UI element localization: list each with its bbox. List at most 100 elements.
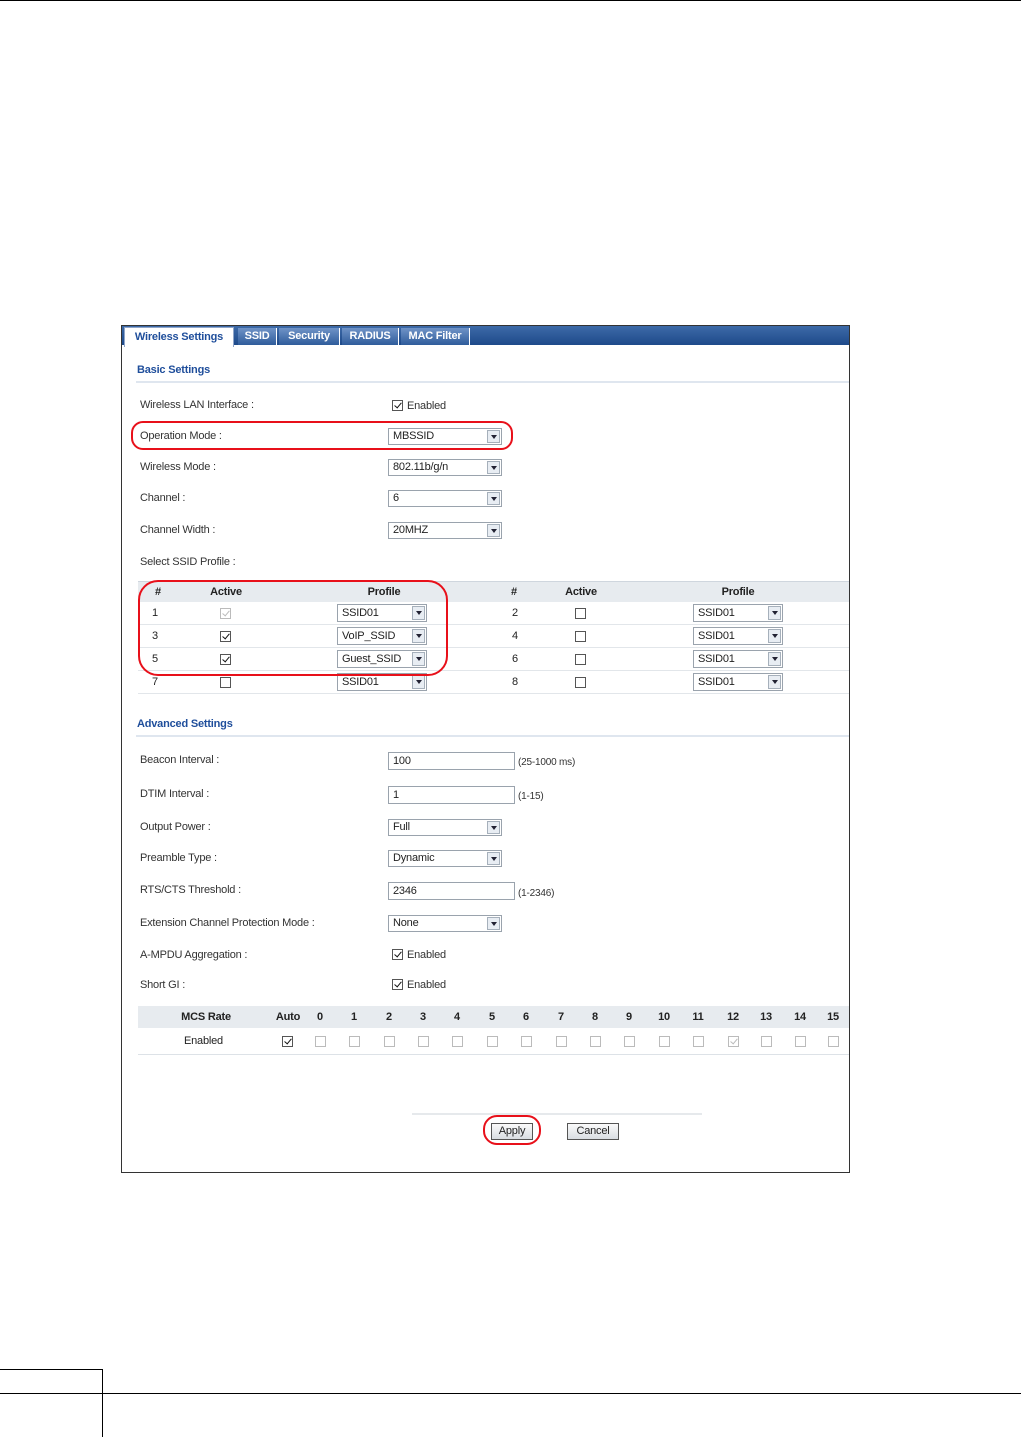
mcs-col-header: 0 <box>317 1011 323 1023</box>
channel-value: 6 <box>393 492 399 504</box>
profile-select[interactable]: VoIP_SSID <box>337 627 427 645</box>
profile-value: SSID01 <box>698 630 735 642</box>
mcs-col-header: 2 <box>386 1011 392 1023</box>
preamble-type-label: Preamble Type : <box>140 852 217 864</box>
ext-channel-protection-label: Extension Channel Protection Mode : <box>140 917 315 929</box>
profile-select[interactable]: Guest_SSID <box>337 650 427 668</box>
tab-security[interactable]: Security <box>279 328 340 345</box>
operation-mode-value: MBSSID <box>393 430 434 442</box>
mcs-col-header: 1 <box>351 1011 357 1023</box>
operation-mode-select[interactable]: MBSSID <box>388 428 502 445</box>
channel-width-label: Channel Width : <box>140 524 216 536</box>
row-number: 6 <box>512 653 518 665</box>
beacon-interval-label: Beacon Interval : <box>140 754 220 766</box>
page-top-rule <box>0 0 1021 1</box>
active-checkbox[interactable] <box>220 654 231 665</box>
beacon-interval-input[interactable]: 100 <box>388 752 515 770</box>
mcs-col-header: 5 <box>489 1011 495 1023</box>
output-power-label: Output Power : <box>140 821 211 833</box>
output-power-value: Full <box>393 821 410 833</box>
active-checkbox[interactable] <box>220 631 231 642</box>
wireless-settings-screen: Wireless Settings SSID Security RADIUS M… <box>121 325 850 1173</box>
active-checkbox[interactable] <box>575 654 586 665</box>
mcs-col-header: 14 <box>794 1011 806 1023</box>
ext-channel-protection-value: None <box>393 917 419 929</box>
chevron-down-icon <box>487 852 500 865</box>
wlan-enabled-checkbox[interactable] <box>392 400 403 411</box>
cancel-button[interactable]: Cancel <box>567 1123 619 1140</box>
mcs-checkbox <box>315 1036 326 1047</box>
mcs-col-header: 8 <box>592 1011 598 1023</box>
col-profile-left: Profile <box>367 586 401 598</box>
rts-cts-label: RTS/CTS Threshold : <box>140 884 241 896</box>
mcs-auto-checkbox[interactable] <box>282 1036 293 1047</box>
ssid-profile-label: Select SSID Profile : <box>140 556 236 568</box>
active-checkbox <box>220 608 231 619</box>
ampdu-enabled-text: Enabled <box>407 949 446 961</box>
active-checkbox[interactable] <box>220 677 231 688</box>
chevron-down-icon <box>412 652 425 666</box>
mcs-checkbox <box>693 1036 704 1047</box>
mcs-table-header: MCS Rate Auto 0 1 2 3 4 5 6 7 8 9 10 11 … <box>138 1006 849 1028</box>
page-number-box <box>0 1369 103 1437</box>
mcs-checkbox <box>384 1036 395 1047</box>
col-num-right: # <box>511 586 517 598</box>
channel-width-select[interactable]: 20MHZ <box>388 522 502 539</box>
profile-value: SSID01 <box>698 653 735 665</box>
profile-value: SSID01 <box>698 676 735 688</box>
tab-mac-filter[interactable]: MAC Filter <box>401 328 470 345</box>
output-power-select[interactable]: Full <box>388 819 502 836</box>
chevron-down-icon <box>768 675 781 689</box>
ampdu-enabled-checkbox[interactable] <box>392 949 403 960</box>
basic-settings-rule <box>136 381 849 383</box>
profile-select[interactable]: SSID01 <box>337 673 427 691</box>
chevron-down-icon <box>412 606 425 620</box>
active-checkbox[interactable] <box>575 677 586 688</box>
rts-cts-input[interactable]: 2346 <box>388 882 515 900</box>
profile-value: SSID01 <box>342 676 379 688</box>
table-row: 7 SSID01 8 SSID01 <box>138 671 849 694</box>
mcs-enabled-label: Enabled <box>184 1035 223 1047</box>
short-gi-enabled-checkbox[interactable] <box>392 979 403 990</box>
chevron-down-icon <box>487 524 500 537</box>
tab-bar: Wireless Settings SSID Security RADIUS M… <box>122 326 849 347</box>
mcs-checkbox <box>452 1036 463 1047</box>
ssid-table-header: # Active Profile # Active Profile <box>138 581 849 602</box>
mcs-col-header: 4 <box>454 1011 460 1023</box>
active-checkbox[interactable] <box>575 631 586 642</box>
mcs-col-header: 3 <box>420 1011 426 1023</box>
tab-wireless-settings[interactable]: Wireless Settings <box>124 327 234 347</box>
chevron-down-icon <box>487 917 500 930</box>
mcs-checkbox <box>556 1036 567 1047</box>
profile-select[interactable]: SSID01 <box>693 673 783 691</box>
short-gi-enabled-text: Enabled <box>407 979 446 991</box>
mcs-checkbox <box>828 1036 839 1047</box>
profile-select[interactable]: SSID01 <box>693 650 783 668</box>
tab-ssid[interactable]: SSID <box>238 328 277 345</box>
apply-button[interactable]: Apply <box>491 1123 533 1140</box>
tab-radius[interactable]: RADIUS <box>342 328 399 345</box>
wireless-mode-select[interactable]: 802.11b/g/n <box>388 459 502 476</box>
dtim-interval-input[interactable]: 1 <box>388 786 515 804</box>
mcs-checkbox <box>659 1036 670 1047</box>
preamble-type-select[interactable]: Dynamic <box>388 850 502 867</box>
chevron-down-icon <box>487 430 500 443</box>
table-row: 1 SSID01 2 SSID01 <box>138 602 849 625</box>
ext-channel-protection-select[interactable]: None <box>388 915 502 932</box>
profile-select[interactable]: SSID01 <box>693 604 783 622</box>
row-number: 3 <box>152 630 158 642</box>
table-row: 3 VoIP_SSID 4 SSID01 <box>138 625 849 648</box>
mcs-checkbox <box>349 1036 360 1047</box>
channel-label: Channel : <box>140 492 186 504</box>
chevron-down-icon <box>487 821 500 834</box>
mcs-rate-header: MCS Rate <box>181 1011 231 1023</box>
mcs-rate-table: MCS Rate Auto 0 1 2 3 4 5 6 7 8 9 10 11 … <box>138 1006 849 1056</box>
col-profile-right: Profile <box>721 586 755 598</box>
row-number: 4 <box>512 630 518 642</box>
profile-select[interactable]: SSID01 <box>337 604 427 622</box>
mcs-col-header: 15 <box>827 1011 839 1023</box>
channel-select[interactable]: 6 <box>388 490 502 507</box>
active-checkbox[interactable] <box>575 608 586 619</box>
profile-select[interactable]: SSID01 <box>693 627 783 645</box>
mcs-auto-header: Auto <box>275 1011 301 1023</box>
